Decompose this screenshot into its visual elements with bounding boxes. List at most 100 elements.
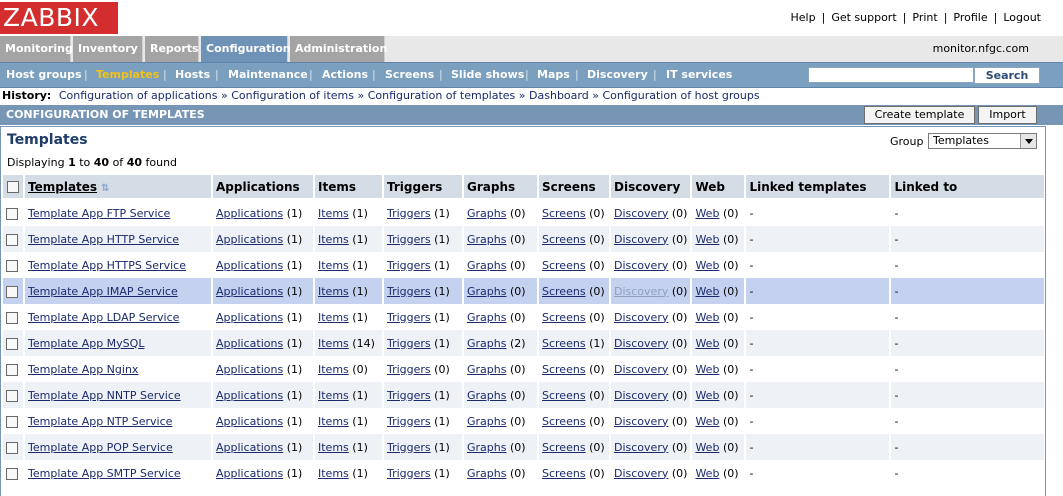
profile-link[interactable]: Profile [953, 11, 987, 24]
screens-link[interactable]: Screens [542, 285, 586, 298]
template-name-link[interactable]: Template App MySQL [28, 337, 144, 350]
template-name-link[interactable]: Template App LDAP Service [28, 311, 179, 324]
subnav-host-groups[interactable]: Host groups [6, 68, 82, 81]
subnav-discovery[interactable]: Discovery [587, 68, 648, 81]
tab-administration[interactable]: Administration [290, 36, 387, 62]
discovery-link[interactable]: Discovery [614, 207, 668, 220]
discovery-link[interactable]: Discovery [614, 285, 668, 298]
subnav-maintenance[interactable]: Maintenance [228, 68, 308, 81]
history-item[interactable]: Configuration of host groups [602, 89, 759, 102]
tab-configuration[interactable]: Configuration [201, 36, 291, 62]
discovery-link[interactable]: Discovery [614, 415, 668, 428]
items-link[interactable]: Items [318, 415, 349, 428]
graphs-link[interactable]: Graphs [467, 259, 506, 272]
items-link[interactable]: Items [318, 337, 349, 350]
search-input[interactable] [808, 67, 974, 83]
apps-link[interactable]: Applications [216, 207, 283, 220]
template-name-link[interactable]: Template App SMTP Service [28, 467, 181, 480]
select-all-checkbox[interactable] [7, 181, 19, 193]
web-link[interactable]: Web [695, 415, 719, 428]
row-checkbox[interactable] [6, 389, 18, 402]
header-templates[interactable]: Templates ⇅ [25, 175, 211, 200]
items-link[interactable]: Items [318, 207, 349, 220]
template-name-link[interactable]: Template App POP Service [28, 441, 173, 454]
template-name-link[interactable]: Template App FTP Service [28, 207, 170, 220]
row-checkbox[interactable] [6, 467, 18, 480]
apps-link[interactable]: Applications [216, 467, 283, 480]
row-checkbox[interactable] [6, 233, 18, 246]
help-link[interactable]: Help [791, 11, 816, 24]
triggers-link[interactable]: Triggers [387, 441, 431, 454]
triggers-link[interactable]: Triggers [387, 337, 431, 350]
triggers-link[interactable]: Triggers [387, 233, 431, 246]
graphs-link[interactable]: Graphs [467, 311, 506, 324]
history-item[interactable]: Configuration of applications [59, 89, 218, 102]
discovery-link[interactable]: Discovery [614, 259, 668, 272]
apps-link[interactable]: Applications [216, 285, 283, 298]
row-checkbox[interactable] [6, 311, 18, 324]
subnav-templates[interactable]: Templates [96, 68, 159, 81]
items-link[interactable]: Items [318, 311, 349, 324]
apps-link[interactable]: Applications [216, 311, 283, 324]
apps-link[interactable]: Applications [216, 259, 283, 272]
web-link[interactable]: Web [695, 467, 719, 480]
create-template-button[interactable]: Create template [864, 106, 975, 124]
triggers-link[interactable]: Triggers [387, 467, 431, 480]
triggers-link[interactable]: Triggers [387, 389, 431, 402]
tab-inventory[interactable]: Inventory [73, 36, 143, 62]
chevron-down-icon[interactable] [1020, 134, 1036, 148]
triggers-link[interactable]: Triggers [387, 363, 431, 376]
import-button[interactable]: Import [978, 106, 1037, 124]
zabbix-logo[interactable]: ZABBIX [0, 2, 118, 34]
print-link[interactable]: Print [912, 11, 937, 24]
row-checkbox[interactable] [6, 363, 18, 376]
graphs-link[interactable]: Graphs [467, 285, 506, 298]
tab-reports[interactable]: Reports [145, 36, 199, 62]
items-link[interactable]: Items [318, 285, 349, 298]
subnav-hosts[interactable]: Hosts [175, 68, 210, 81]
web-link[interactable]: Web [695, 311, 719, 324]
screens-link[interactable]: Screens [542, 207, 586, 220]
web-link[interactable]: Web [695, 363, 719, 376]
triggers-link[interactable]: Triggers [387, 207, 431, 220]
screens-link[interactable]: Screens [542, 363, 586, 376]
apps-link[interactable]: Applications [216, 441, 283, 454]
template-name-link[interactable]: Template App HTTP Service [28, 233, 179, 246]
group-select[interactable]: Templates [928, 133, 1037, 149]
items-link[interactable]: Items [318, 233, 349, 246]
apps-link[interactable]: Applications [216, 233, 283, 246]
screens-link[interactable]: Screens [542, 467, 586, 480]
screens-link[interactable]: Screens [542, 337, 586, 350]
discovery-link[interactable]: Discovery [614, 467, 668, 480]
screens-link[interactable]: Screens [542, 441, 586, 454]
graphs-link[interactable]: Graphs [467, 363, 506, 376]
apps-link[interactable]: Applications [216, 337, 283, 350]
graphs-link[interactable]: Graphs [467, 207, 506, 220]
template-name-link[interactable]: Template App NTP Service [28, 415, 172, 428]
discovery-link[interactable]: Discovery [614, 441, 668, 454]
search-button[interactable]: Search [974, 67, 1040, 84]
discovery-link[interactable]: Discovery [614, 233, 668, 246]
graphs-link[interactable]: Graphs [467, 415, 506, 428]
web-link[interactable]: Web [695, 259, 719, 272]
graphs-link[interactable]: Graphs [467, 389, 506, 402]
graphs-link[interactable]: Graphs [467, 467, 506, 480]
subnav-slide-shows[interactable]: Slide shows [451, 68, 524, 81]
row-checkbox[interactable] [6, 207, 18, 220]
tab-monitoring[interactable]: Monitoring [0, 36, 73, 62]
discovery-link[interactable]: Discovery [614, 363, 668, 376]
row-checkbox[interactable] [6, 259, 18, 272]
items-link[interactable]: Items [318, 389, 349, 402]
row-checkbox[interactable] [6, 415, 18, 428]
web-link[interactable]: Web [695, 389, 719, 402]
discovery-link[interactable]: Discovery [614, 337, 668, 350]
apps-link[interactable]: Applications [216, 389, 283, 402]
template-name-link[interactable]: Template App HTTPS Service [28, 259, 186, 272]
graphs-link[interactable]: Graphs [467, 233, 506, 246]
history-item[interactable]: Configuration of templates [368, 89, 516, 102]
items-link[interactable]: Items [318, 467, 349, 480]
template-name-link[interactable]: Template App IMAP Service [28, 285, 178, 298]
web-link[interactable]: Web [695, 207, 719, 220]
subnav-it-services[interactable]: IT services [666, 68, 732, 81]
template-name-link[interactable]: Template App NNTP Service [28, 389, 181, 402]
